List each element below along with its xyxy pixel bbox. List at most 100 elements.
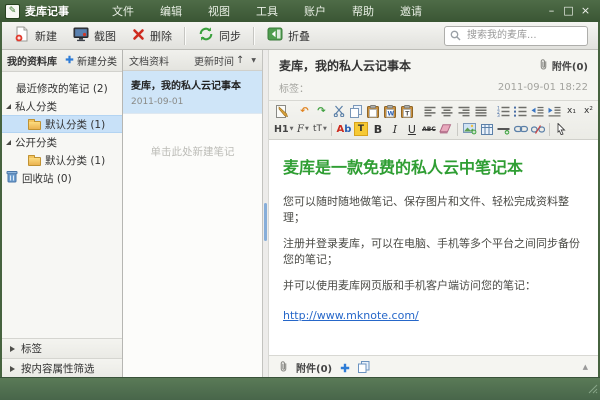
menu-help[interactable]: 帮助 [339,0,387,22]
private-group-label: 私人分类 [15,100,57,113]
indent-icon[interactable] [546,103,563,119]
svg-text:W: W [387,110,394,117]
insert-table-icon[interactable] [478,121,495,137]
maximize-button[interactable]: □ [560,3,577,19]
folder-icon [28,155,41,166]
sort-control[interactable]: 更新时间 ↑ ▼ [194,53,256,68]
plus-icon [65,55,74,67]
resize-grip[interactable] [588,379,598,398]
screenshot-button[interactable]: 截图 [65,24,124,48]
copy-icon[interactable] [347,103,364,119]
app-logo-icon: ✎ [5,3,20,19]
note-editor-content[interactable]: 麦库是一款免费的私人云中笔记本 您可以随时随地做笔记、保存图片和文件、轻松完成资… [269,140,598,355]
collapse-label: 折叠 [288,29,310,43]
note-list-panel: 文档资料 更新时间 ↑ ▼ 麦库，我的私人云记事本 2011-09-01 单击此… [123,50,263,378]
note-paragraph: 您可以随时随地做笔记、保存图片和文件、轻松完成资料整理； [283,195,569,224]
tree-item-recent-notes[interactable]: 最近修改的笔记 (2) [2,79,122,97]
strikethrough-button[interactable]: ABC [420,121,437,137]
close-button[interactable]: × [577,3,594,19]
highlight-color-button[interactable]: T [352,121,369,137]
heading-dropdown[interactable]: H1 ▼ [273,121,294,137]
align-center-icon[interactable] [438,103,455,119]
select-cursor-icon[interactable] [553,121,570,137]
splitter-drag-handle[interactable] [264,203,267,241]
subscript-icon[interactable]: x₁ [563,103,580,119]
menu-invite[interactable]: 邀请 [387,0,435,22]
recycle-bin-icon [6,170,18,186]
undo-icon[interactable]: ↶ [296,103,313,119]
ordered-list-icon[interactable]: 123 [495,103,512,119]
cut-icon[interactable] [330,103,347,119]
align-justify-icon[interactable] [472,103,489,119]
menubar: 文件 编辑 视图 工具 账户 帮助 邀请 [99,0,435,22]
toolbar-separator [549,122,551,136]
attachment-copy-icon[interactable] [358,358,370,377]
font-size-dropdown[interactable]: tT ▼ [311,121,328,137]
font-color-button[interactable]: Ab [335,121,352,137]
menu-edit[interactable]: 编辑 [147,0,195,22]
chevron-down-icon: ▼ [289,126,294,132]
expanded-triangle-icon[interactable] [6,139,11,145]
new-category-label: 新建分类 [77,57,117,68]
paperclip-icon [539,58,548,74]
superscript-icon[interactable]: x² [580,103,597,119]
redo-icon[interactable]: ↷ [313,103,330,119]
outdent-icon[interactable] [529,103,546,119]
minimize-button[interactable]: – [543,3,560,19]
note-header: 麦库，我的私人云记事本 附件(0) 标签： 2011-09-01 18:22 [269,50,598,101]
paste-icon[interactable] [364,103,381,119]
svg-text:3: 3 [497,113,500,117]
collapse-attachment-bar-icon[interactable]: ▲ [583,363,588,371]
tree-item-public-default[interactable]: 默认分类 (1) [2,151,122,169]
folder-icon [28,119,41,130]
paste-from-word-icon[interactable]: W [381,103,398,119]
tree-group-private[interactable]: 私人分类 [2,97,122,115]
screenshot-label: 截图 [94,29,116,43]
attachments-button[interactable]: 附件(0) [539,58,588,74]
collapsed-triangle-icon [10,365,15,372]
note-datetime: 2011-09-01 18:22 [497,82,588,93]
font-family-dropdown[interactable]: F ▼ [294,121,311,137]
sidebar-section-filter[interactable]: 按内容属性筛选 [2,358,122,378]
insert-image-icon[interactable] [461,121,478,137]
tree-item-recycle-bin[interactable]: 回收站 (0) [2,169,122,187]
panel-splitter[interactable] [263,50,269,378]
menu-file[interactable]: 文件 [99,0,147,22]
underline-button[interactable]: U [403,121,420,137]
note-list-item[interactable]: 麦库，我的私人云记事本 2011-09-01 [123,71,262,114]
toolbar-separator [184,26,186,45]
delete-button[interactable]: 删除 [124,25,180,47]
tags-field-label[interactable]: 标签： [279,80,309,95]
menu-view[interactable]: 视图 [195,0,243,22]
insert-horizontal-rule-icon[interactable] [495,121,512,137]
tree-item-private-default[interactable]: 默认分类 (1) [2,115,122,133]
insert-link-icon[interactable] [512,121,529,137]
mknote-link[interactable]: http://www.mknote.com/ [283,309,419,322]
clear-format-eraser-icon[interactable] [437,121,454,137]
tree-group-public[interactable]: 公开分类 [2,133,122,151]
chevron-down-icon[interactable]: ▼ [251,57,256,64]
add-attachment-button[interactable] [340,358,350,377]
delete-x-icon [132,28,145,44]
note-title: 麦库，我的私人云记事本 [279,59,412,73]
search-input[interactable] [465,29,582,42]
recycle-bin-label: 回收站 (0) [22,172,72,185]
remove-link-icon[interactable] [529,121,546,137]
bullet-list-icon[interactable] [512,103,529,119]
expanded-triangle-icon[interactable] [6,103,11,109]
sidebar-section-tags[interactable]: 标签 [2,338,122,358]
align-right-icon[interactable] [455,103,472,119]
create-note-hint[interactable]: 单击此处新建笔记 [123,144,262,159]
menu-account[interactable]: 账户 [291,0,339,22]
italic-button[interactable]: I [386,121,403,137]
bold-button[interactable]: B [369,121,386,137]
paste-plain-text-icon[interactable]: T [398,103,415,119]
titlebar: ✎ 麦库记事 文件 编辑 视图 工具 账户 帮助 邀请 – □ × [0,0,600,22]
new-category-button[interactable]: 新建分类 [65,53,117,68]
align-left-icon[interactable] [421,103,438,119]
new-note-button[interactable]: 新建 [6,23,65,48]
sync-button[interactable]: 同步 [190,23,249,48]
menu-tools[interactable]: 工具 [243,0,291,22]
new-note-page-icon[interactable] [273,103,290,119]
collapse-button[interactable]: 折叠 [259,24,318,47]
